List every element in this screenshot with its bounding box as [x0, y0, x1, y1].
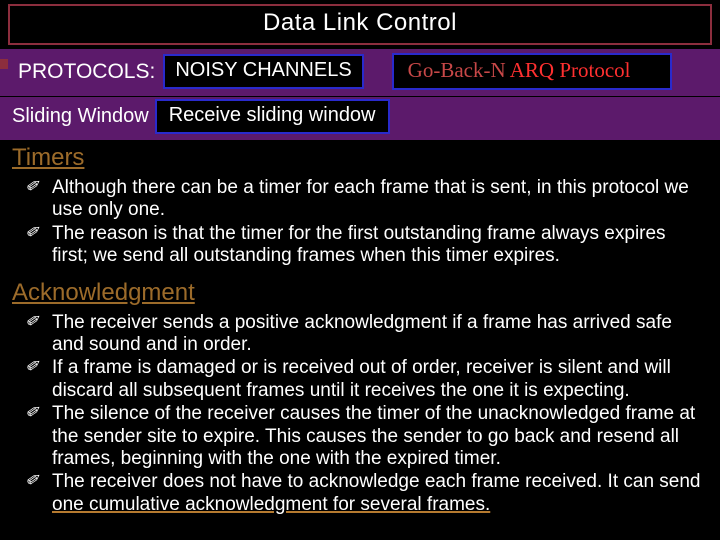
ack-heading: Acknowledgment	[0, 275, 720, 309]
protocols-row: PROTOCOLS: NOISY CHANNELS Go-Back-N ARQ …	[0, 49, 720, 96]
goback-prefix: Go-Back-N	[408, 58, 510, 82]
ack-last-underlined: one cumulative acknowledgment for severa…	[52, 494, 490, 515]
go-back-n-chip: Go-Back-N ARQ Protocol	[392, 53, 673, 90]
list-item: The silence of the receiver causes the t…	[34, 403, 706, 470]
ack-heading-text: Acknowledgment	[12, 279, 195, 306]
timers-heading-text: Timers	[12, 144, 84, 171]
slide-title: Data Link Control	[263, 9, 457, 36]
timers-bullets: Although there can be a timer for each f…	[0, 174, 720, 275]
ack-last-prefix: The receiver does not have to acknowledg…	[52, 471, 701, 492]
protocols-label: PROTOCOLS:	[4, 60, 155, 84]
list-item: Although there can be a timer for each f…	[34, 177, 706, 222]
list-item: If a frame is damaged or is received out…	[34, 357, 706, 402]
goback-suffix: ARQ Protocol	[510, 58, 631, 82]
list-item: The receiver does not have to acknowledg…	[34, 471, 706, 516]
ack-bullets: The receiver sends a positive acknowledg…	[0, 309, 720, 524]
sliding-window-label: Sliding Window	[8, 105, 151, 128]
list-item: The reason is that the timer for the fir…	[34, 223, 706, 268]
noisy-channels-chip: NOISY CHANNELS	[163, 54, 363, 89]
list-item: The receiver sends a positive acknowledg…	[34, 312, 706, 357]
sliding-window-row: Sliding Window Receive sliding window	[0, 96, 720, 140]
slide-root: Data Link Control PROTOCOLS: NOISY CHANN…	[0, 4, 720, 540]
title-bar: Data Link Control	[8, 4, 712, 45]
receive-window-chip: Receive sliding window	[155, 99, 390, 134]
timers-heading: Timers	[0, 140, 720, 174]
